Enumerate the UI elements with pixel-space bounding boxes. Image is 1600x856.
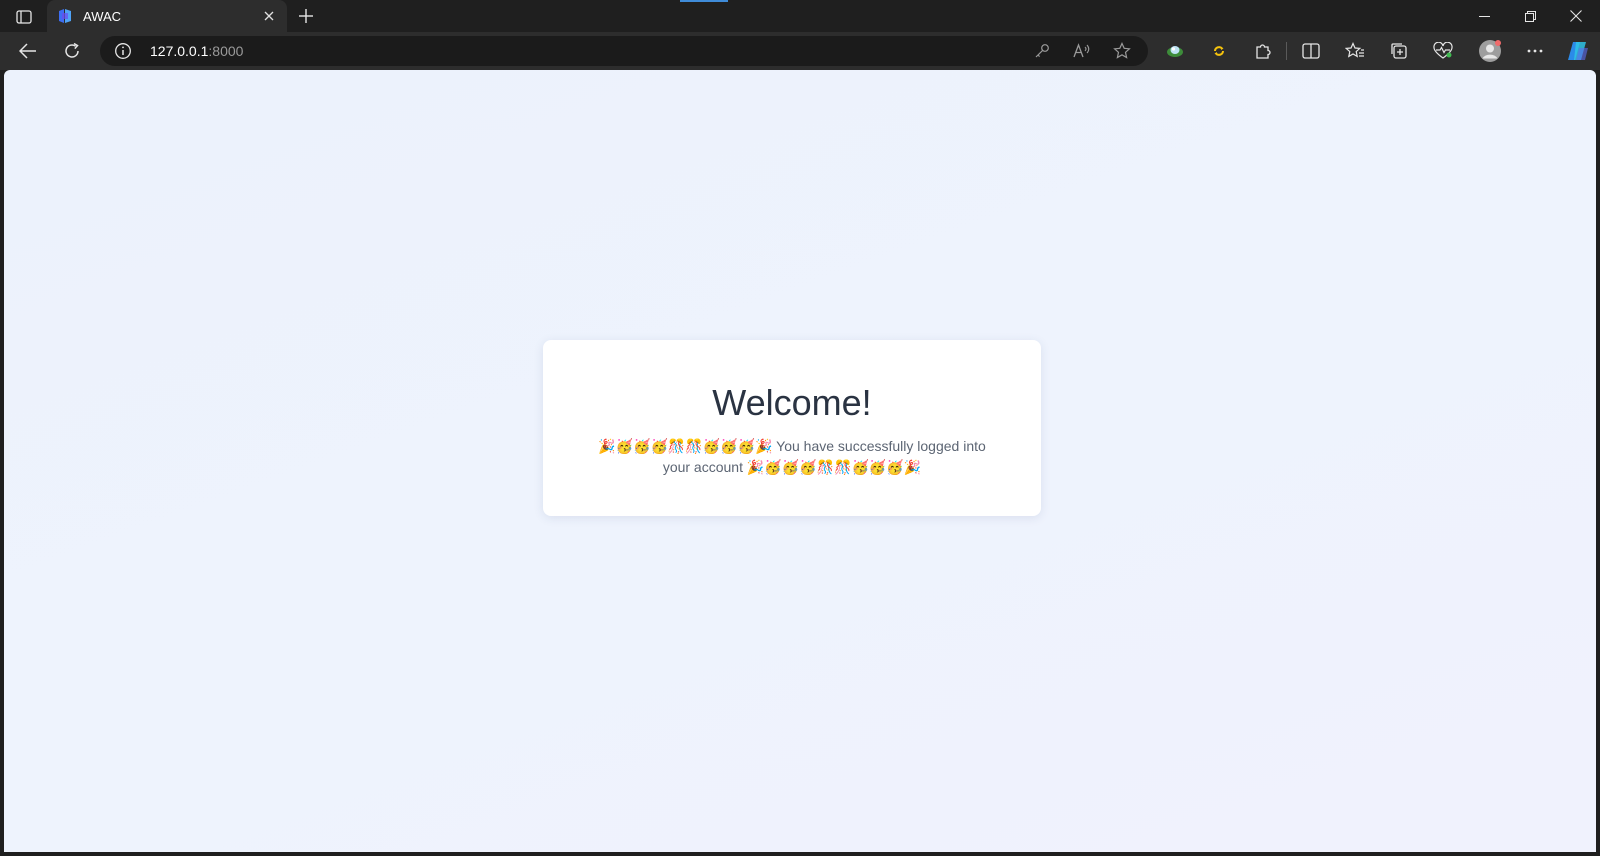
welcome-card: Welcome! 🎉🥳🥳🥳🎊🎊🥳🥳🥳🎉 You have successfull… [543,340,1041,516]
drag-indicator [680,0,728,2]
refresh-button[interactable] [57,37,87,65]
plus-icon [299,9,313,23]
close-window-button[interactable] [1554,0,1598,32]
url-text[interactable]: 127.0.0.1:8000 [150,43,243,59]
close-icon [264,11,274,21]
minimize-button[interactable] [1462,0,1506,32]
close-window-icon [1570,10,1582,22]
star-icon [1113,42,1131,59]
collections-icon [1391,43,1407,59]
copilot-icon [1568,42,1588,60]
success-message: 🎉🥳🥳🥳🎊🎊🥳🥳🥳🎉 You have successfully logged … [598,438,986,475]
collections-button[interactable] [1384,37,1414,65]
split-screen-icon [1302,43,1320,59]
extension-green-button[interactable] [1160,37,1190,65]
new-tab-button[interactable] [294,5,318,27]
favorites-button[interactable] [1340,37,1370,65]
favorites-icon [1345,42,1364,58]
sync-icon [1214,46,1224,56]
profile-button[interactable] [1475,37,1505,65]
page-title: Welcome! [712,382,872,423]
awac-logo-icon [59,9,71,23]
tab-strip: AWAC [0,0,1600,32]
copilot-button[interactable] [1563,37,1593,65]
add-favorite-button[interactable] [1110,40,1134,62]
read-aloud-icon [1073,43,1090,58]
ellipsis-icon [1527,49,1543,53]
minimize-icon [1478,15,1490,17]
info-icon[interactable] [114,42,132,60]
heart-pulse-icon [1433,42,1453,59]
page-viewport: Welcome! 🎉🥳🥳🥳🎊🎊🥳🥳🥳🎉 You have successfull… [4,70,1596,852]
puzzle-icon [1256,44,1271,59]
refresh-icon [65,42,79,58]
back-button[interactable] [13,37,43,65]
restore-icon [1524,10,1536,22]
tab-awac[interactable]: AWAC [47,0,287,32]
avatar-icon [1479,40,1501,62]
tab-actions-button[interactable] [12,7,36,27]
address-bar[interactable]: 127.0.0.1:8000 [100,36,1148,66]
read-aloud-button[interactable] [1070,40,1094,62]
url-host: 127.0.0.1 [150,43,209,59]
password-button[interactable] [1030,40,1054,62]
split-screen-button[interactable] [1296,37,1326,65]
browser-essentials-button[interactable] [1428,37,1458,65]
tab-title: AWAC [83,8,122,24]
back-arrow-icon [19,43,36,59]
extension-globe-icon [1167,46,1183,57]
extensions-button[interactable] [1248,37,1278,65]
browser-window: AWAC 127.0.0.1:8000 Welcome! 🎉🥳🥳🥳🎊🎊🥳🥳🥳🎉 … [0,0,1600,856]
extension-sync-button[interactable] [1204,37,1234,65]
url-port: :8000 [208,43,244,59]
toolbar-separator [1286,42,1287,60]
browser-toolbar: 127.0.0.1:8000 [0,32,1600,70]
key-icon [1035,44,1049,58]
more-menu-button[interactable] [1520,37,1550,65]
tab-actions-icon [16,10,32,24]
restore-button[interactable] [1508,0,1552,32]
close-tab-button[interactable] [259,6,279,26]
